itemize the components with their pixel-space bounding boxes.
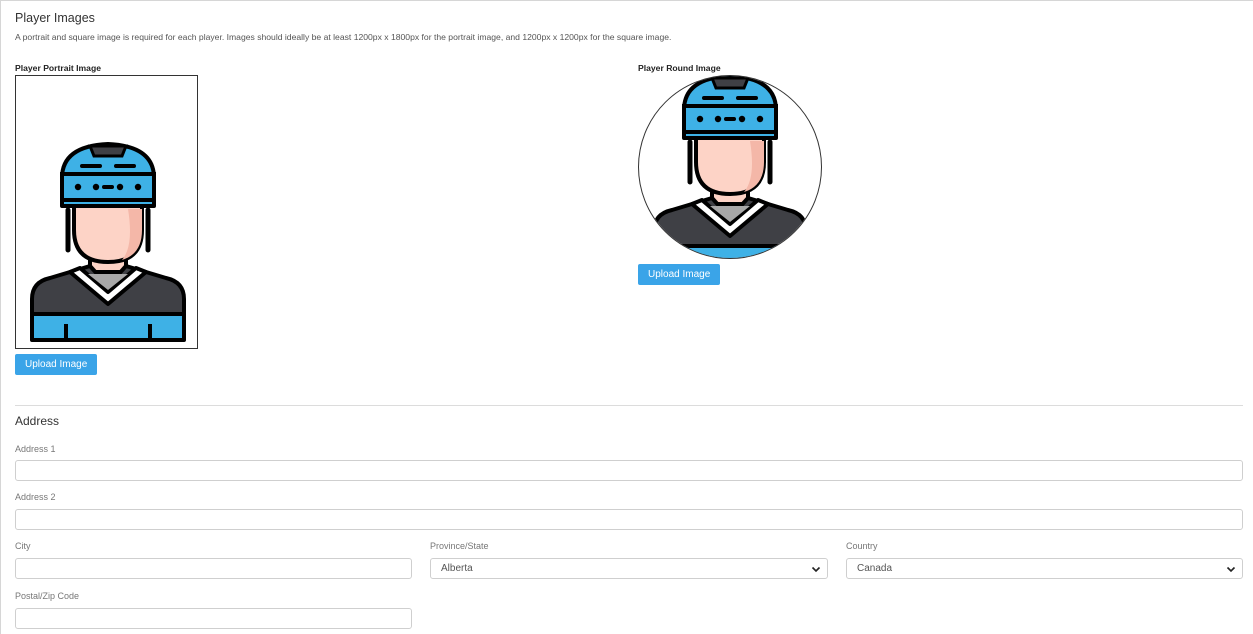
country-select[interactable]: Canada (846, 558, 1243, 579)
postal-label: Postal/Zip Code (15, 591, 80, 601)
address2-input[interactable] (15, 509, 1243, 530)
chevron-down-icon (811, 566, 821, 573)
address1-label: Address 1 (15, 444, 56, 454)
city-input[interactable] (15, 558, 412, 579)
round-image-label: Player Round Image (638, 63, 721, 73)
upload-portrait-button[interactable]: Upload Image (15, 354, 98, 375)
address-section-title: Address (15, 414, 60, 428)
country-selected-value: Canada (857, 563, 893, 574)
hockey-player-avatar-icon (639, 76, 821, 258)
province-selected-value: Alberta (441, 563, 473, 574)
address1-input[interactable] (15, 460, 1243, 481)
postal-input[interactable] (15, 608, 412, 629)
country-label: Country (846, 541, 878, 551)
section-divider (15, 405, 1243, 406)
portrait-image-label: Player Portrait Image (15, 63, 101, 73)
address2-label: Address 2 (15, 492, 56, 502)
chevron-down-icon (1226, 566, 1236, 573)
images-section-description: A portrait and square image is required … (15, 32, 672, 42)
province-label: Province/State (430, 541, 489, 551)
portrait-image-preview (15, 75, 198, 349)
round-image-preview (638, 75, 822, 259)
city-label: City (15, 541, 31, 551)
images-section-title: Player Images (15, 11, 95, 25)
hockey-player-avatar-icon (16, 76, 197, 348)
upload-round-button[interactable]: Upload Image (638, 264, 721, 285)
province-select[interactable]: Alberta (430, 558, 828, 579)
